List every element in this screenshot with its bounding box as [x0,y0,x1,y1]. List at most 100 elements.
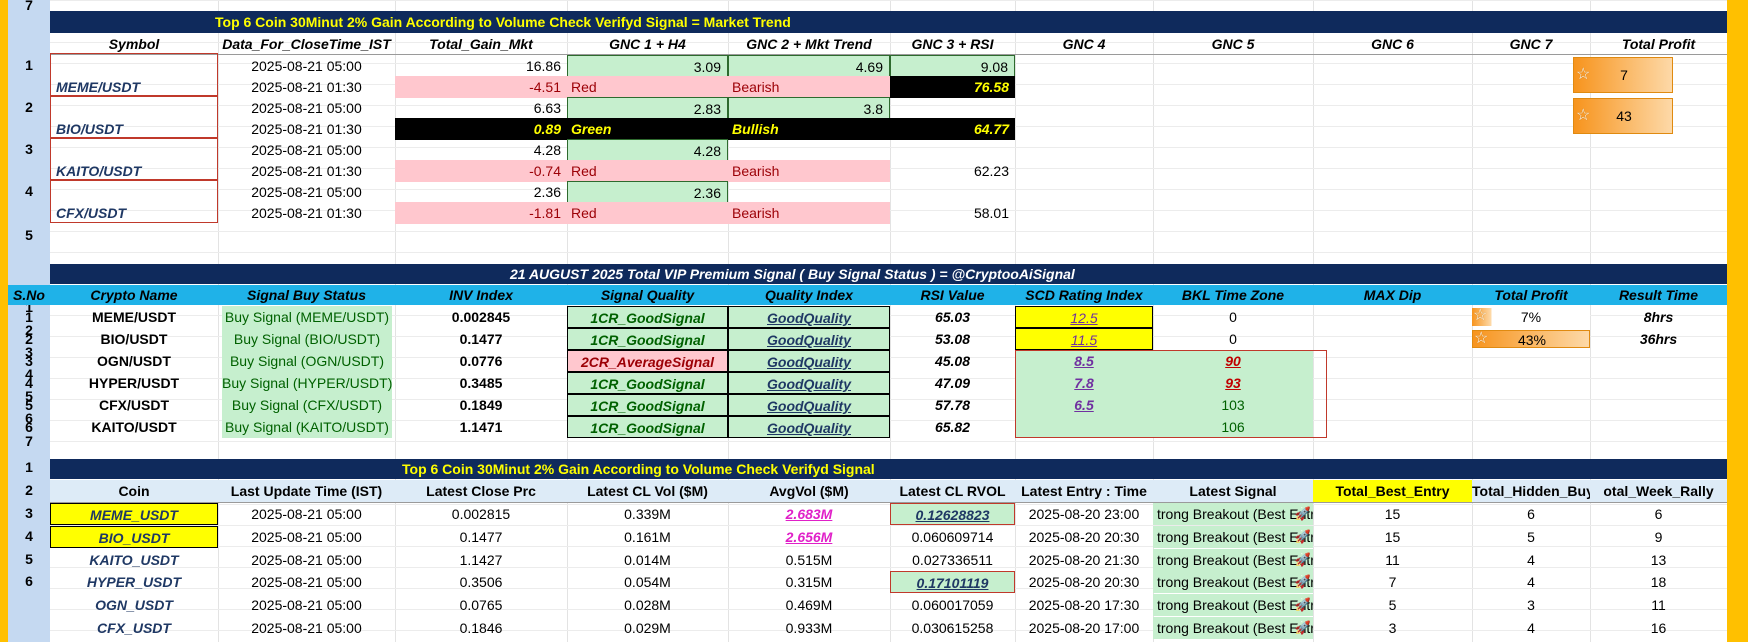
gnc1-cell[interactable]: Red [567,160,728,182]
total-gain-cell[interactable]: 6.63 [395,97,567,119]
vip-sno-cell[interactable]: 4 [8,372,50,394]
rvol-cell[interactable]: 0.060017059 [890,594,1015,616]
gnc2-cell[interactable]: 4.69 [728,55,890,77]
cl-vol-cell[interactable]: 0.161M [567,526,728,548]
vip-header-0[interactable]: S.No [8,285,50,305]
top-header-10[interactable]: Total Profit [1590,34,1727,54]
buy-status-cell[interactable]: Buy Signal (CFX/USDT) [222,394,392,416]
coin-cell[interactable]: OGN_USDT [50,594,218,616]
result-time-cell[interactable]: 36hrs [1590,328,1727,350]
spreadsheet-area[interactable]: Top 6 Coin 30Minut 2% Gain According to … [8,0,1727,642]
rvol-cell[interactable]: 0.027336511 [890,549,1015,571]
top-header-5[interactable]: GNC 3 + RSI [890,34,1015,54]
week-rally-cell[interactable]: 16 [1590,617,1727,639]
gnc3-cell[interactable]: 9.08 [890,55,1015,77]
inv-index-cell[interactable]: 0.1849 [395,394,567,416]
top-header-0[interactable]: Symbol [50,34,218,54]
gnc2-cell[interactable]: 3.8 [728,97,890,119]
vip-header-5[interactable]: Quality Index [728,285,890,305]
week-rally-cell[interactable]: 13 [1590,549,1727,571]
total-gain-cell[interactable]: -1.81 [395,202,567,224]
inv-index-cell[interactable]: 0.002845 [395,306,567,328]
bottom-header-1[interactable]: Last Update Time (IST) [218,480,395,502]
entry-time-cell[interactable]: 2025-08-20 20:30 [1015,571,1153,593]
cl-vol-cell[interactable]: 0.028M [567,594,728,616]
gnc1-cell[interactable]: 2.36 [567,181,728,203]
close-time-cell[interactable]: 2025-08-21 05:00 [218,181,395,203]
vip-sno-cell[interactable]: 3 [8,350,50,372]
total-profit-cell[interactable]: ☆ 7 [1573,57,1673,93]
gnc3-cell[interactable]: 64.77 [890,118,1015,140]
rvol-cell[interactable]: 0.17101119 [890,571,1015,593]
close-price-cell[interactable]: 0.3506 [395,571,567,593]
bottom-header-9[interactable]: Total_Hidden_Buy [1472,480,1590,502]
bottom-header-6[interactable]: Latest Entry : Time [1015,480,1153,502]
scd-rating-cell[interactable]: 12.5 [1015,306,1153,328]
close-time-cell[interactable]: 2025-08-21 01:30 [218,202,395,224]
update-time-cell[interactable]: 2025-08-21 05:00 [218,549,395,571]
signal-quality-cell[interactable]: 1CR_GoodSignal [567,394,728,416]
top-header-3[interactable]: GNC 1 + H4 [567,34,728,54]
entry-time-cell[interactable]: 2025-08-20 17:00 [1015,617,1153,639]
hidden-buy-cell[interactable]: 5 [1472,526,1590,548]
cl-vol-cell[interactable]: 0.339M [567,503,728,525]
hidden-buy-cell[interactable]: 6 [1472,503,1590,525]
latest-signal-cell[interactable]: trong Breakout (Best Entry 🚀 [1153,571,1313,593]
bkl-time-cell[interactable]: 0 [1153,328,1313,350]
close-time-cell[interactable]: 2025-08-21 05:00 [218,55,395,77]
vip-header-2[interactable]: Signal Buy Status [218,285,395,305]
coin-cell[interactable]: HYPER_USDT [50,571,218,593]
result-time-cell[interactable] [1590,372,1727,394]
total-gain-cell[interactable]: 16.86 [395,55,567,77]
quality-index-cell[interactable]: GoodQuality [728,350,890,372]
best-entry-cell[interactable]: 15 [1313,526,1472,548]
bottom-header-3[interactable]: Latest CL Vol ($M) [567,480,728,502]
inv-index-cell[interactable]: 0.0776 [395,350,567,372]
best-entry-cell[interactable]: 7 [1313,571,1472,593]
vip-profit-cell[interactable]: ☆ 7% [1472,308,1590,326]
buy-status-cell[interactable]: Buy Signal (HYPER/USDT) [222,372,392,394]
close-time-cell[interactable]: 2025-08-21 01:30 [218,160,395,182]
gnc3-cell[interactable]: 76.58 [890,76,1015,98]
update-time-cell[interactable]: 2025-08-21 05:00 [218,526,395,548]
rsi-value-cell[interactable]: 65.03 [890,306,1015,328]
vip-sno-cell[interactable]: 1 [8,306,50,328]
quality-index-cell[interactable]: GoodQuality [728,328,890,350]
vip-header-1[interactable]: Crypto Name [50,285,218,305]
close-time-cell[interactable]: 2025-08-21 01:30 [218,76,395,98]
cl-vol-cell[interactable]: 0.054M [567,571,728,593]
gnc2-cell[interactable]: Bearish [728,202,890,224]
total-gain-cell[interactable]: -4.51 [395,76,567,98]
signal-quality-cell[interactable]: 2CR_AverageSignal [567,350,728,372]
quality-index-cell[interactable]: GoodQuality [728,372,890,394]
quality-index-cell[interactable]: GoodQuality [728,306,890,328]
week-rally-cell[interactable]: 11 [1590,594,1727,616]
total-gain-cell[interactable]: 2.36 [395,181,567,203]
avg-vol-cell[interactable]: 0.933M [728,617,890,639]
vip-table-title[interactable]: 21 AUGUST 2025 Total VIP Premium Signal … [50,264,1727,284]
vip-header-9[interactable]: MAX Dip [1313,285,1472,305]
update-time-cell[interactable]: 2025-08-21 05:00 [218,503,395,525]
gnc2-cell[interactable]: Bearish [728,160,890,182]
top-header-6[interactable]: GNC 4 [1015,34,1153,54]
inv-index-cell[interactable]: 0.3485 [395,372,567,394]
gnc2-cell[interactable]: Bullish [728,118,890,140]
vip-header-6[interactable]: RSI Value [890,285,1015,305]
latest-signal-cell[interactable]: trong Breakout (Best Entry 🚀 [1153,549,1313,571]
signal-quality-cell[interactable]: 1CR_GoodSignal [567,416,728,438]
gnc1-cell[interactable]: 4.28 [567,139,728,161]
top-header-7[interactable]: GNC 5 [1153,34,1313,54]
gnc3-cell[interactable]: 62.23 [890,160,1015,182]
rvol-cell[interactable]: 0.12628823 [890,503,1015,525]
close-price-cell[interactable]: 0.1477 [395,526,567,548]
coin-cell[interactable]: BIO_USDT [50,526,218,548]
top-header-4[interactable]: GNC 2 + Mkt Trend [728,34,890,54]
update-time-cell[interactable]: 2025-08-21 05:00 [218,617,395,639]
vip-profit-cell[interactable]: ☆ 43% [1472,330,1590,348]
total-gain-cell[interactable]: -0.74 [395,160,567,182]
vip-header-10[interactable]: Total Profit [1472,285,1590,305]
rsi-value-cell[interactable]: 65.82 [890,416,1015,438]
bottom-header-2[interactable]: Latest Close Prc [395,480,567,502]
week-rally-cell[interactable]: 9 [1590,526,1727,548]
buy-status-cell[interactable]: Buy Signal (OGN/USDT) [222,350,392,372]
